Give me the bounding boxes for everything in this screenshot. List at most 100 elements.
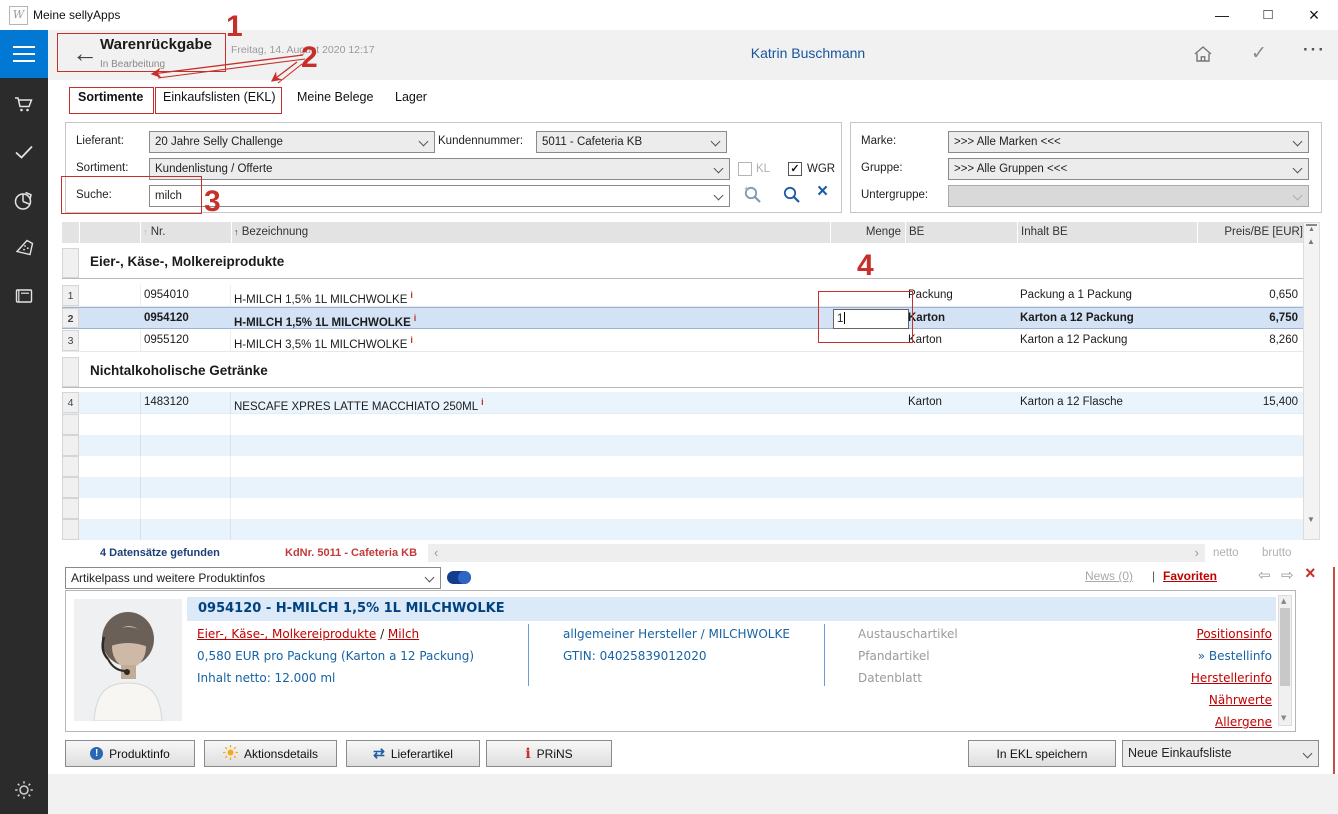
gruppe-select[interactable]: >>> Alle Gruppen <<< xyxy=(948,158,1309,180)
column-header-menge[interactable]: Menge xyxy=(831,222,906,243)
table-row[interactable]: 3 0955120 H-MILCH 3,5% 1L MILCHWOLKEi Ka… xyxy=(62,330,1303,352)
column-header-bezeichnung[interactable]: ↑ Bezeichnung xyxy=(232,222,831,243)
table-row-selected[interactable]: 2 0954120 H-MILCH 1,5% 1L MILCHWOLKEi 1 … xyxy=(62,307,1303,329)
marke-label: Marke: xyxy=(861,135,896,147)
cell-preis: 8,260 xyxy=(1198,330,1298,351)
tab-einkaufslisten[interactable]: Einkaufslisten (EKL) xyxy=(163,90,276,104)
favorites-link[interactable]: Favoriten xyxy=(1163,569,1217,583)
scroll-up-icon[interactable]: ▲ xyxy=(1281,597,1286,605)
table-header-blank xyxy=(80,222,141,243)
untergruppe-label: Untergruppe: xyxy=(861,189,928,201)
search-in-results-icon[interactable] xyxy=(742,184,763,208)
close-panel-icon[interactable]: × xyxy=(1305,563,1316,584)
settings-gear-icon[interactable] xyxy=(12,778,36,802)
empty-row xyxy=(62,519,1303,540)
kundennummer-select[interactable]: 5011 - Cafeteria KB xyxy=(536,131,727,153)
cell-nr: 0954120 xyxy=(144,308,189,329)
bestellinfo-link[interactable]: » Bestellinfo xyxy=(1012,645,1272,667)
nav-back-icon[interactable]: ⇦ xyxy=(1258,566,1271,584)
scrollbar-thumb[interactable] xyxy=(1280,608,1290,686)
in-ekl-speichern-button[interactable]: In EKL speichern xyxy=(968,740,1116,767)
tab-lager[interactable]: Lager xyxy=(395,90,427,104)
subcategory-link[interactable]: Milch xyxy=(388,627,419,641)
page-date: Freitag, 14. August 2020 12:17 xyxy=(231,44,375,56)
column-header-nr[interactable]: ↑ Nr. xyxy=(141,222,232,243)
catalog-book-icon[interactable] xyxy=(12,284,36,308)
herstellerinfo-link[interactable]: Herstellerinfo xyxy=(1012,667,1272,689)
table-row[interactable]: 4 1483120 NESCAFE XPRES LATTE MACCHIATO … xyxy=(62,392,1303,414)
column-header-inhalt-be[interactable]: Inhalt BE xyxy=(1018,222,1198,243)
app-logo-icon: W xyxy=(9,6,28,25)
bottom-strip xyxy=(48,774,1338,814)
tab-sortimente[interactable]: Sortimente xyxy=(78,90,143,104)
quantity-input[interactable]: 1 xyxy=(833,309,909,329)
window-titlebar: W Meine sellyApps — □ × xyxy=(0,0,1338,30)
table-header-rownum xyxy=(62,222,80,243)
positionsinfo-link[interactable]: Positionsinfo xyxy=(1012,623,1272,645)
maximize-icon[interactable]: □ xyxy=(1245,0,1291,30)
content-info: Inhalt netto: 12.000 ml xyxy=(197,667,474,689)
tab-meine-belege[interactable]: Meine Belege xyxy=(297,90,373,104)
scrollbar-pin-icon[interactable]: ▲ xyxy=(1306,224,1317,233)
scroll-down-icon[interactable]: ▼ xyxy=(1281,714,1286,722)
marke-select[interactable]: >>> Alle Marken <<< xyxy=(948,131,1309,153)
sortiment-select[interactable]: Kundenlistung / Offerte xyxy=(149,158,730,180)
cell-inhalt-be: Karton a 12 Packung xyxy=(1020,330,1127,351)
back-arrow-icon[interactable]: ← xyxy=(72,36,98,70)
allergene-link[interactable]: Allergene xyxy=(1012,711,1272,733)
neue-einkaufsliste-select[interactable]: Neue Einkaufsliste xyxy=(1122,740,1319,767)
empty-row xyxy=(62,456,1303,477)
untergruppe-select[interactable] xyxy=(948,185,1309,207)
pie-chart-icon[interactable] xyxy=(12,188,36,212)
nav-forward-icon[interactable]: ⇨ xyxy=(1281,566,1294,584)
detail-product-title: 0954120 - H-MILCH 1,5% 1L MILCHWOLKE xyxy=(187,597,1276,621)
kl-label: KL xyxy=(756,163,770,175)
search-input[interactable]: milch xyxy=(149,185,730,207)
checkmark-icon[interactable] xyxy=(12,140,36,164)
shopping-cart-icon[interactable] xyxy=(12,92,36,116)
horizontal-scrollbar[interactable]: ‹ › xyxy=(428,544,1205,562)
prins-i-icon: i xyxy=(525,746,530,762)
window-title: Meine sellyApps xyxy=(33,8,120,22)
lieferartikel-button[interactable]: ⇄ Lieferartikel xyxy=(346,740,480,767)
netto-toggle[interactable]: netto xyxy=(1213,547,1239,559)
minimize-icon[interactable]: — xyxy=(1199,0,1245,30)
column-header-be[interactable]: BE xyxy=(906,222,1018,243)
cell-bezeichnung: H-MILCH 3,5% 1L MILCHWOLKEi xyxy=(234,330,413,356)
lieferant-label: Lieferant: xyxy=(76,135,124,147)
category-link[interactable]: Eier-, Käse-, Molkereiprodukte xyxy=(197,627,376,641)
sidebar xyxy=(0,30,48,814)
close-icon[interactable]: × xyxy=(1291,0,1337,30)
group-header-getraenke: Nichtalkoholische Getränke xyxy=(62,357,1303,388)
productinfo-selector[interactable]: Artikelpass und weitere Produktinfos xyxy=(65,567,441,589)
brutto-toggle[interactable]: brutto xyxy=(1262,547,1291,559)
scroll-up-icon[interactable]: ▲ xyxy=(1307,237,1315,246)
detail-scrollbar[interactable]: ▲ ▼ xyxy=(1278,595,1292,726)
sortiment-label: Sortiment: xyxy=(76,162,128,174)
chevron-down-icon xyxy=(1303,749,1313,759)
more-options-icon[interactable]: ··· xyxy=(1303,40,1326,60)
wgr-label: WGR xyxy=(807,163,835,175)
scroll-right-icon[interactable]: › xyxy=(1195,545,1199,560)
vertical-scrollbar[interactable]: ▲ ▲ ▼ xyxy=(1303,222,1320,540)
offers-tag-icon[interactable] xyxy=(12,236,36,260)
naehrwerte-link[interactable]: Nährwerte xyxy=(1012,689,1272,711)
scroll-down-icon[interactable]: ▼ xyxy=(1307,515,1315,524)
table-row[interactable]: 1 0954010 H-MILCH 1,5% 1L MILCHWOLKEi Pa… xyxy=(62,285,1303,307)
search-icon[interactable] xyxy=(781,184,802,208)
hamburger-menu-icon[interactable] xyxy=(0,30,48,78)
column-header-preis[interactable]: Preis/BE [EUR] xyxy=(1198,222,1308,243)
lieferant-select[interactable]: 20 Jahre Selly Challenge xyxy=(149,131,435,153)
info-toggle-switch[interactable] xyxy=(447,571,471,584)
news-link[interactable]: News (0) xyxy=(1085,569,1133,583)
confirm-check-icon[interactable]: ✓ xyxy=(1251,42,1267,65)
aktionsdetails-button[interactable]: Aktionsdetails xyxy=(204,740,337,767)
home-icon[interactable] xyxy=(1192,44,1214,67)
produktinfo-button[interactable]: ! Produktinfo xyxy=(65,740,195,767)
clear-search-icon[interactable]: × xyxy=(817,181,828,203)
scroll-left-icon[interactable]: ‹ xyxy=(434,545,438,560)
prins-button[interactable]: i PRiNS xyxy=(486,740,612,767)
kl-checkbox[interactable] xyxy=(738,162,752,176)
manufacturer-info: allgemeiner Hersteller / MILCHWOLKE xyxy=(563,623,790,645)
wgr-checkbox[interactable]: ✓ xyxy=(788,162,802,176)
